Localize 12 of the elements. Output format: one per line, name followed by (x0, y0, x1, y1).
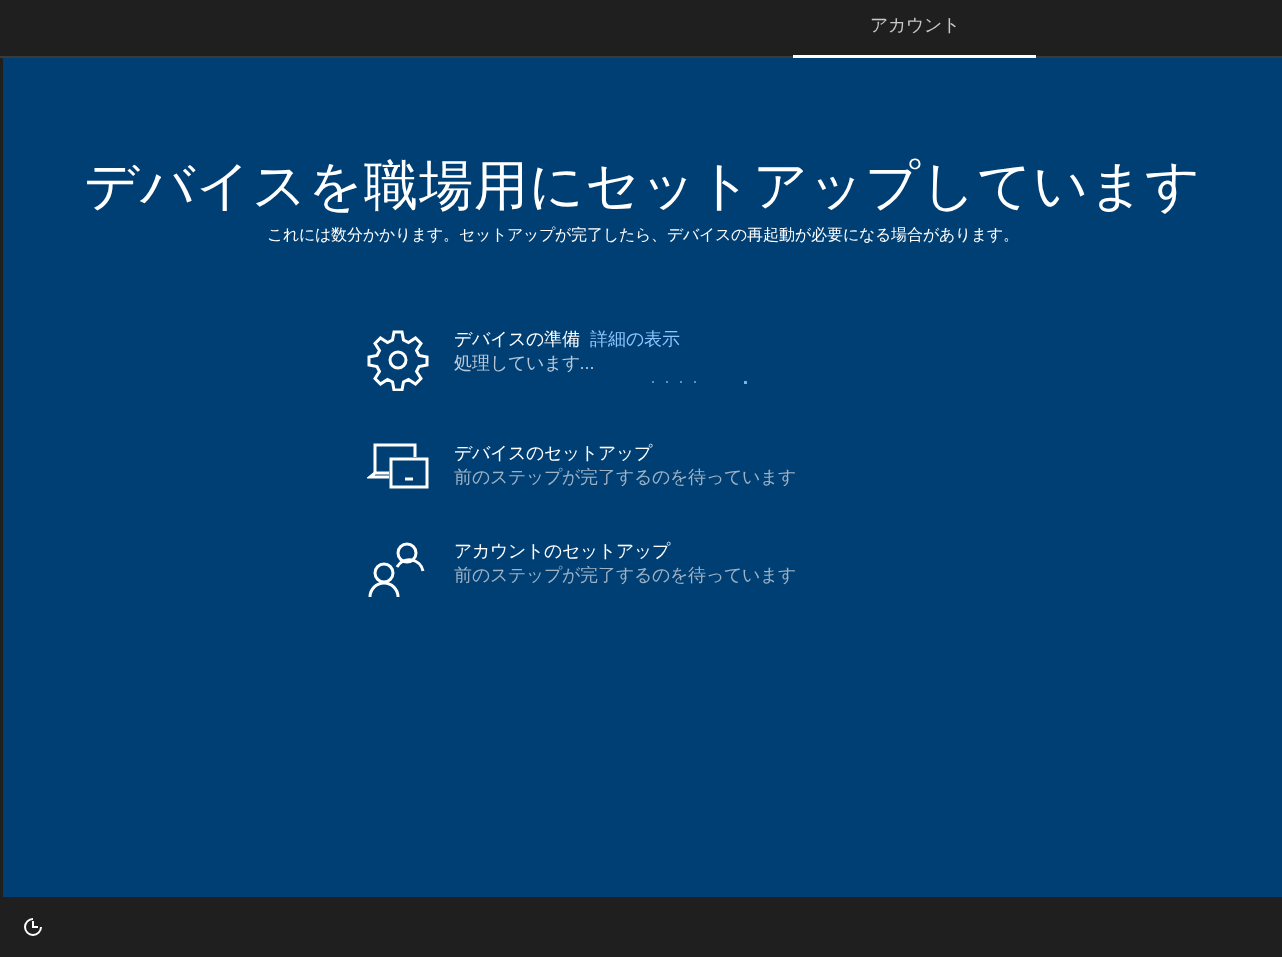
details-link[interactable]: 詳細の表示 (589, 327, 680, 351)
step-title: デバイスの準備 (453, 328, 580, 351)
accessibility-icon[interactable] (22, 916, 44, 938)
step-title: デバイスのセットアップ (453, 442, 652, 465)
devices-icon (366, 443, 429, 489)
page-subheading: これには数分かかります。セットアップが完了したら、デバイスの再起動が必要になる場合があります。 (266, 225, 1019, 245)
gear-icon (366, 329, 429, 391)
step-status: 処理しています... (453, 352, 596, 375)
step-title: アカウントのセットアップ (453, 540, 670, 563)
step-status: 前のステップが完了するのを待っています (453, 466, 796, 489)
step-status: 前のステップが完了するのを待っています (453, 564, 796, 587)
page-heading: デバイスを職場用にセットアップしています (84, 154, 1201, 217)
